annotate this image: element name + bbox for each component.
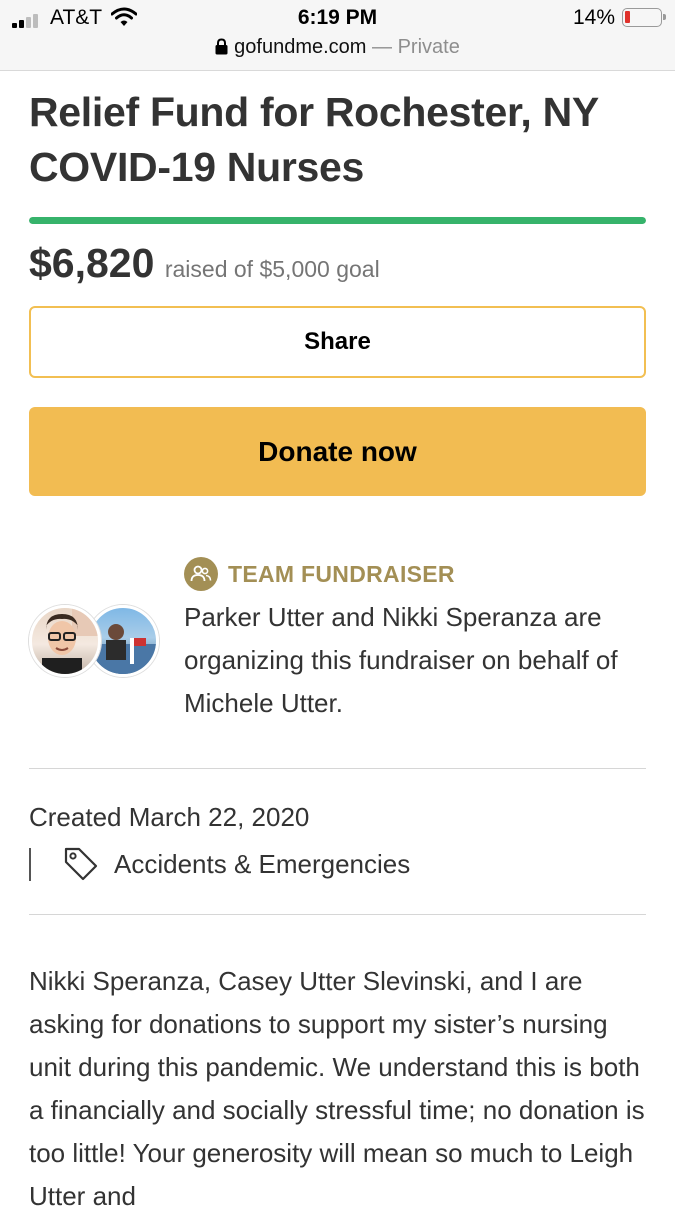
battery-percent: 14% xyxy=(572,6,615,29)
avatar-1-photo xyxy=(42,608,98,674)
team-fundraiser-label: TEAM FUNDRAISER xyxy=(228,560,455,587)
organizer-avatar-1[interactable] xyxy=(29,605,101,677)
progress-fill xyxy=(29,217,646,224)
campaign-title: Relief Fund for Rochester, NY COVID-19 N… xyxy=(29,89,599,190)
raised-amount: $6,820 xyxy=(29,240,155,286)
divider xyxy=(29,914,646,915)
private-mode-label: — Private xyxy=(372,36,460,58)
category-label: Accidents & Emergencies xyxy=(114,848,411,879)
organizer-description: Parker Utter and Nikki Speranza are orga… xyxy=(184,602,618,718)
raised-summary: $6,820 raised of $5,000 goal xyxy=(29,240,380,287)
url-domain: gofundme.com xyxy=(234,36,367,58)
lock-icon xyxy=(215,38,228,55)
team-fundraiser-badge: TEAM FUNDRAISER xyxy=(184,557,455,591)
tag-icon xyxy=(64,847,98,881)
progress-bar xyxy=(29,217,646,224)
story-text: Nikki Speranza, Casey Utter Slevinski, a… xyxy=(29,966,645,1211)
category-separator xyxy=(29,848,31,881)
category-link[interactable]: Accidents & Emergencies xyxy=(62,845,410,883)
share-button[interactable]: Share xyxy=(29,306,646,378)
address-bar[interactable]: gofundme.com — Private xyxy=(0,36,675,59)
goal-text: raised of $5,000 goal xyxy=(164,256,380,282)
donate-button[interactable]: Donate now xyxy=(29,407,646,496)
status-bar: AT&T 6:19 PM 14% xyxy=(0,6,675,32)
created-date: Created March 22, 2020 xyxy=(29,802,310,832)
divider xyxy=(29,768,646,769)
team-icon xyxy=(184,557,218,591)
battery-icon xyxy=(622,8,666,27)
browser-top-bar: AT&T 6:19 PM 14% gofundme.com — Private xyxy=(0,0,675,71)
